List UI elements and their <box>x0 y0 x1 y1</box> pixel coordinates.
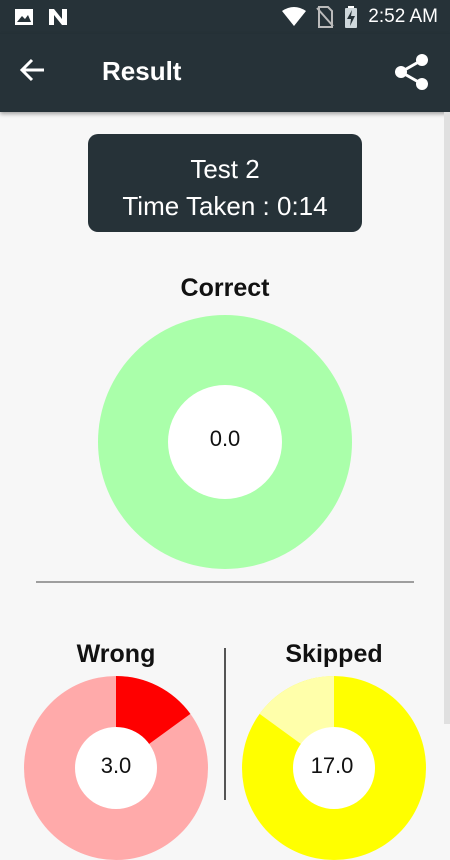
share-button[interactable] <box>392 52 436 96</box>
back-button[interactable] <box>18 56 58 92</box>
status-time: 2:52 AM <box>368 6 438 27</box>
n-notification-icon <box>48 8 68 26</box>
result-summary-card: Test 2 Time Taken : 0:14 <box>88 134 362 232</box>
share-icon <box>392 52 436 92</box>
wifi-icon <box>282 7 307 27</box>
time-taken: Time Taken : 0:14 <box>122 191 328 221</box>
section-divider <box>36 581 414 583</box>
wrong-title: Wrong <box>76 640 156 668</box>
test-name: Test 2 <box>190 154 260 184</box>
scrollbar[interactable] <box>444 112 450 724</box>
correct-title: Correct <box>180 274 270 302</box>
vertical-divider <box>224 648 226 800</box>
battery-charging-icon <box>344 6 358 28</box>
correct-value: 0.0 <box>209 426 241 451</box>
arrow-left-icon <box>18 56 58 84</box>
skipped-value: 17.0 <box>310 753 354 778</box>
wrong-value: 3.0 <box>100 753 132 778</box>
skipped-title: Skipped <box>285 640 383 668</box>
image-icon <box>14 8 34 26</box>
page-title: Result <box>102 56 182 86</box>
status-bar: 2:52 AM <box>0 0 450 34</box>
app-bar: Result <box>0 34 450 112</box>
no-sim-icon <box>316 6 335 28</box>
